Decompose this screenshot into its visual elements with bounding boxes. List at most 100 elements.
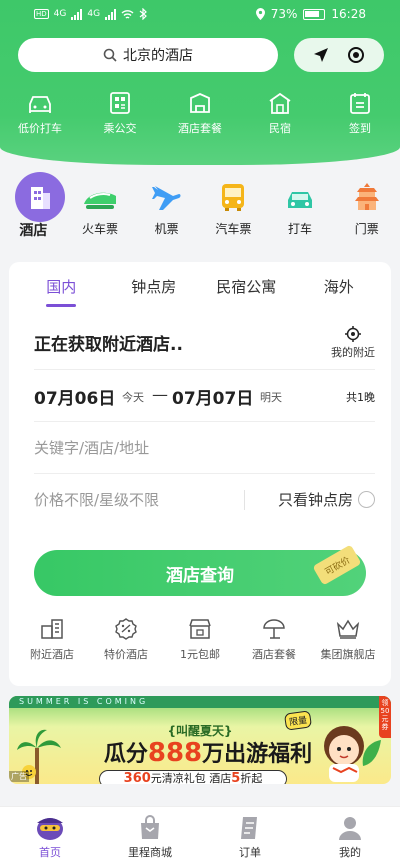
coupon-tag[interactable]: 领50元券 [379, 696, 391, 738]
keyword-row[interactable]: 关键字/酒店/地址 [34, 422, 375, 474]
price-star-filter[interactable]: 价格不限/星级不限 [34, 489, 159, 510]
filter-row: 价格不限/星级不限 只看钟点房 [34, 474, 375, 526]
mall-icon-wrap [100, 807, 200, 841]
divider [244, 490, 245, 510]
checkin-date[interactable]: 07月06日 [34, 384, 115, 409]
quick-link-homestay[interactable]: 民宿 [240, 92, 320, 136]
shop-icon [189, 619, 211, 639]
app-screen: HD 4G 4G 73% 16:28 北京的酒店 低价打车 乘公交 酒店套餐 民… [0, 0, 400, 866]
tab-label: 我的 [339, 846, 361, 859]
tab-label: 首页 [39, 846, 61, 859]
train-icon-wrap [67, 172, 134, 212]
quick-link-label: 民宿 [269, 122, 291, 135]
category-label: 打车 [288, 222, 313, 236]
parasol-icon [263, 619, 285, 639]
category-label: 汽车票 [215, 222, 252, 236]
quick-link-label: 低价打车 [18, 122, 62, 135]
nearby-label: 我的附近 [331, 346, 375, 359]
tab-orders[interactable]: 订单 [200, 807, 300, 866]
hotel-booking-card: 国内 钟点房 民宿公寓 海外 正在获取附近酒店.. 我的附近 07月06日 今天… [9, 262, 391, 686]
order-icon-wrap [200, 807, 300, 841]
category-label: 酒店 [19, 223, 48, 239]
offer-text: 元清凉礼包 酒店 [150, 772, 232, 784]
category-row: 酒店 火车票 机票 汽车票 打车 门票 [0, 172, 400, 242]
discount-icon [115, 618, 137, 640]
clock: 16:28 [331, 7, 366, 21]
promo-banner[interactable]: SUMMER IS COMING {叫醒夏天} 瓜分888万出游福利 限量 36… [9, 696, 391, 784]
location-row[interactable]: 正在获取附近酒店.. 我的附近 [34, 320, 375, 370]
tab-profile[interactable]: 我的 [300, 807, 400, 866]
category-flight[interactable]: 机票 [133, 172, 200, 242]
home-icon-wrap [0, 807, 100, 841]
plane-icon [151, 186, 181, 210]
quick-link-label: 签到 [349, 122, 371, 135]
location-status: 正在获取附近酒店.. [34, 335, 183, 355]
hourly-only-checkbox[interactable] [358, 491, 375, 508]
tab-overseas[interactable]: 海外 [293, 276, 386, 297]
nearby-button[interactable]: 我的附近 [331, 326, 375, 360]
signal-group: HD 4G 4G [34, 8, 147, 20]
temple-icon-wrap [333, 172, 400, 212]
category-bus[interactable]: 汽车票 [200, 172, 267, 242]
taxi-icon [288, 192, 313, 208]
tab-homestay[interactable]: 民宿公寓 [200, 276, 293, 297]
search-bar[interactable]: 北京的酒店 [18, 38, 278, 72]
service-special-price[interactable]: 特价酒店 [89, 618, 163, 662]
checkin-day: 今天 [122, 391, 144, 404]
taxi-icon-wrap [267, 172, 334, 212]
status-right: 73% 16:28 [255, 7, 366, 21]
offer-discount: 5 [231, 771, 241, 784]
tab-hourly[interactable]: 钟点房 [108, 276, 201, 297]
category-taxi[interactable]: 打车 [267, 172, 334, 242]
quick-link-label: 乘公交 [103, 122, 137, 135]
headline-post: 万出游福利 [202, 742, 313, 767]
category-train[interactable]: 火车票 [67, 172, 134, 242]
banner-offer-bar: 360元清凉礼包 酒店5折起 [99, 770, 287, 784]
service-shortcuts: 附近酒店 特价酒店 1元包邮 酒店套餐 集团旗舰店 [9, 618, 391, 662]
tab-mileage-mall[interactable]: 里程商城 [100, 807, 200, 866]
service-group-flagship[interactable]: 集团旗舰店 [311, 618, 385, 662]
checkout-date[interactable]: 07月07日 [172, 384, 253, 409]
battery-icon [303, 8, 326, 20]
service-label: 1元包邮 [180, 648, 220, 661]
locate-target-icon[interactable] [346, 45, 366, 65]
plane-icon-wrap [133, 172, 200, 212]
offer-suffix: 折起 [240, 772, 263, 784]
homestay-icon [269, 92, 291, 114]
quick-link-bus[interactable]: 乘公交 [80, 92, 160, 136]
crosshair-icon [345, 326, 361, 342]
service-one-yuan[interactable]: 1元包邮 [163, 618, 237, 662]
date-row[interactable]: 07月06日 今天 — 07月07日 明天 共1晚 [34, 370, 375, 422]
hd-tag: HD [34, 9, 49, 19]
service-hotel-package[interactable]: 酒店套餐 [237, 618, 311, 662]
quick-links: 低价打车 乘公交 酒店套餐 民宿 签到 [0, 92, 400, 136]
tab-domestic[interactable]: 国内 [15, 276, 108, 307]
tab-home[interactable]: 首页 [0, 807, 100, 866]
wifi-icon [121, 9, 134, 19]
signal-icon-2 [105, 8, 117, 20]
headline-pre: 瓜分 [103, 742, 148, 767]
service-nearby-hotel[interactable]: 附近酒店 [15, 618, 89, 662]
location-actions [294, 38, 384, 72]
booking-tabs: 国内 钟点房 民宿公寓 海外 [9, 262, 391, 310]
location-pin-icon [255, 8, 265, 20]
banner-strip: SUMMER IS COMING [9, 696, 391, 708]
mall-bag-icon [141, 815, 159, 839]
quick-link-taxi[interactable]: 低价打车 [0, 92, 80, 136]
signal-icon [71, 8, 83, 20]
banner-body: {叫醒夏天} 瓜分888万出游福利 限量 360元清凉礼包 酒店5折起 [9, 708, 391, 784]
hotel-package-icon [190, 93, 210, 113]
service-label: 特价酒店 [104, 648, 148, 661]
ad-label: 广告 [9, 771, 29, 782]
navigation-arrow-icon[interactable] [312, 46, 330, 64]
temple-icon [354, 183, 379, 210]
keyword-input[interactable]: 关键字/酒店/地址 [34, 437, 149, 458]
offer-amount: 360 [123, 771, 151, 784]
search-placeholder: 北京的酒店 [123, 48, 193, 64]
bus-qr-icon [110, 92, 130, 114]
battery-percent: 73% [270, 7, 298, 21]
quick-link-hotel-package[interactable]: 酒店套餐 [160, 92, 240, 136]
category-tickets[interactable]: 门票 [333, 172, 400, 242]
category-hotel[interactable]: 酒店 [0, 172, 67, 242]
quick-link-sign-in[interactable]: 签到 [320, 92, 400, 136]
